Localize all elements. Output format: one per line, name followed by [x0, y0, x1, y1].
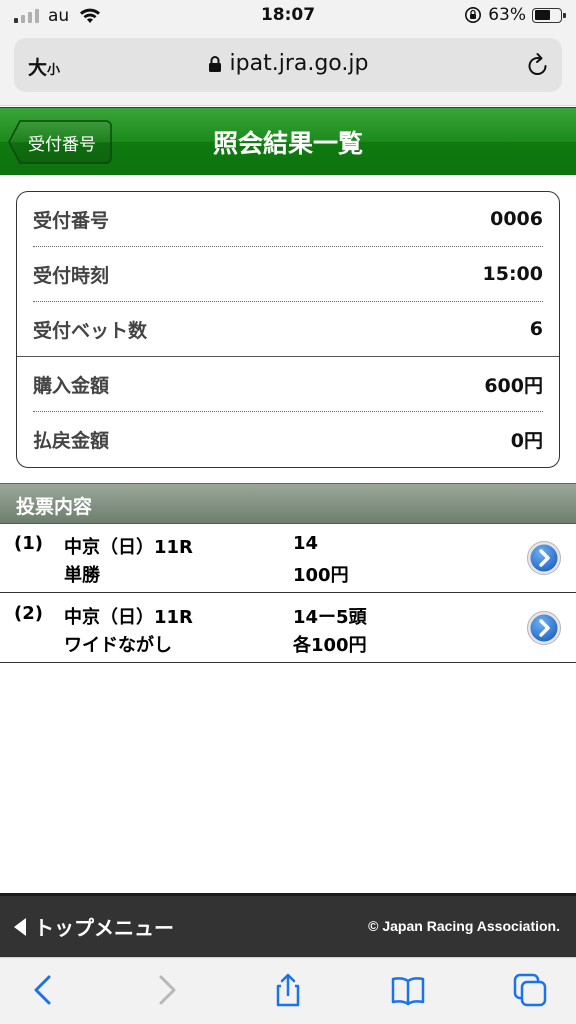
summary-row-receipt-no: 受付番号 0006 — [33, 192, 543, 246]
url-display[interactable]: ipat.jra.go.jp — [14, 51, 562, 76]
bookmarks-icon[interactable] — [390, 972, 426, 1008]
section-header-bet-contents: 投票内容 — [0, 483, 576, 524]
bet-type: ワイドながし — [64, 635, 172, 656]
battery-icon — [532, 7, 566, 23]
summary-row-purchase-amount: 購入金額 600円 — [33, 357, 543, 411]
page-header: 受付番号 照会結果一覧 — [0, 107, 576, 175]
summary-value: 0006 — [490, 208, 543, 230]
bet-number: (1) — [14, 533, 43, 554]
bet-amount: 各100円 — [293, 635, 367, 656]
summary-label: 払戻金額 — [33, 429, 110, 452]
summary-label: 受付ベット数 — [33, 319, 148, 342]
browser-toolbar — [0, 957, 576, 1024]
summary-row-payout-amount: 払戻金額 0円 — [33, 412, 543, 466]
summary-value: 600円 — [484, 374, 543, 397]
triangle-left-icon — [14, 917, 26, 936]
rotation-lock-icon — [465, 7, 482, 23]
bet-horses: 14 — [293, 533, 319, 554]
bet-type: 単勝 — [64, 565, 100, 586]
bet-row[interactable]: (1) 中京（日）11R 単勝 14 100円 — [0, 524, 576, 593]
summary-value: 6 — [529, 318, 543, 340]
battery-percent: 63% — [488, 5, 526, 25]
status-right: 63% — [464, 5, 566, 25]
tabs-icon[interactable] — [512, 972, 548, 1008]
summary-row-receipt-time: 受付時刻 15:00 — [33, 247, 543, 301]
chevron-right-circle-icon[interactable] — [526, 610, 562, 646]
bet-amount: 100円 — [293, 565, 349, 586]
bet-race: 中京（日）11R — [64, 607, 193, 628]
share-icon[interactable] — [270, 972, 306, 1008]
reload-icon[interactable] — [526, 52, 550, 78]
summary-label: 購入金額 — [33, 374, 110, 397]
forward-chevron-icon[interactable] — [148, 972, 184, 1008]
summary-row-bet-count: 受付ベット数 6 — [33, 302, 543, 356]
summary-box: 受付番号 0006 受付時刻 15:00 受付ベット数 6 購入金額 600円 … — [16, 191, 560, 468]
bet-race: 中京（日）11R — [64, 537, 193, 558]
copyright-text: © Japan Racing Association. — [368, 918, 560, 934]
bet-row[interactable]: (2) 中京（日）11R ワイドながし 14ー5頭 各100円 — [0, 594, 576, 663]
chevron-right-circle-icon[interactable] — [526, 540, 562, 576]
top-menu-link[interactable]: トップメニュー — [14, 912, 174, 941]
back-chevron-icon[interactable] — [26, 972, 62, 1008]
padlock-icon — [208, 55, 221, 72]
status-bar: au 18:07 63% — [0, 0, 576, 32]
summary-value: 15:00 — [482, 263, 543, 285]
section-title: 投票内容 — [16, 496, 93, 518]
address-bar[interactable]: 大小 ipat.jra.go.jp — [14, 38, 562, 92]
url-text: ipat.jra.go.jp — [229, 51, 369, 76]
summary-label: 受付番号 — [33, 209, 110, 232]
bet-number: (2) — [14, 603, 43, 624]
page-footer: トップメニュー © Japan Racing Association. — [0, 893, 576, 957]
summary-value: 0円 — [510, 429, 543, 452]
bet-horses: 14ー5頭 — [293, 607, 367, 628]
summary-label: 受付時刻 — [33, 264, 110, 287]
top-menu-label: トップメニュー — [34, 916, 174, 940]
browser-address-area: 大小 ipat.jra.go.jp — [0, 32, 576, 106]
page-title: 照会結果一覧 — [212, 129, 363, 158]
